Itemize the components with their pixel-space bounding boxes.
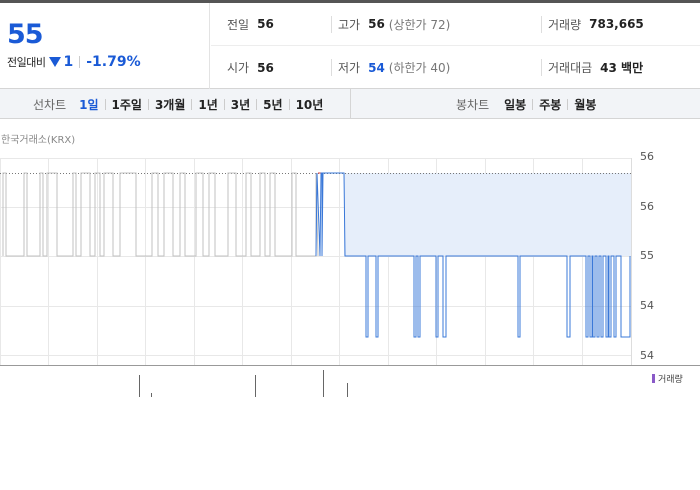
tab-divider <box>104 98 106 110</box>
tab-weekly[interactable]: 주봉 <box>539 96 561 113</box>
change-row: 전일대비 1 -1.79% <box>7 54 141 70</box>
quote-summary: 55 전일대비 1 -1.79% 전일 56 고가 56 (상한가 72) 거래… <box>0 3 700 89</box>
volume-legend: 거래량 <box>652 372 683 385</box>
tab-divider <box>191 98 193 110</box>
tab-5y[interactable]: 5년 <box>263 96 282 113</box>
tab-1w[interactable]: 1주일 <box>112 96 142 113</box>
info-value: 56 <box>368 17 385 31</box>
info-value: 56 <box>257 17 274 31</box>
volume-swatch <box>652 374 655 383</box>
info-value: 43 백만 <box>600 61 644 75</box>
info-value: 54 <box>368 60 385 75</box>
tab-divider <box>147 98 149 110</box>
upper-limit: (상한가 72) <box>388 17 451 32</box>
tab-1d[interactable]: 1일 <box>79 96 98 113</box>
candle-chart-title: 봉차트 <box>456 97 490 112</box>
y-tick-label: 55 <box>640 249 654 262</box>
tab-divider <box>567 98 569 110</box>
change-value: 1 <box>63 54 74 70</box>
info-volume: 거래량 783,665 <box>541 15 644 33</box>
info-row-2: 시가 56 저가 54 (하한가 40) 거래대금 43 백만 <box>211 46 700 89</box>
info-low: 저가 54 (하한가 40) <box>331 59 450 76</box>
exchange-label: 한국거래소(KRX) <box>1 135 76 146</box>
line-chart-tabs: 선차트 1일 1주일 3개월 1년 3년 5년 10년 <box>0 89 351 119</box>
tab-divider <box>532 98 534 110</box>
info-trade-amount: 거래대금 43 백만 <box>541 59 643 76</box>
change-rate: -1.79% <box>86 54 141 70</box>
tab-1y[interactable]: 1년 <box>198 96 217 113</box>
y-axis-labels: 56 56 55 54 54 <box>640 150 654 362</box>
tab-divider <box>256 98 258 110</box>
volume-legend-label: 거래량 <box>658 375 683 385</box>
y-tick-label: 56 <box>640 200 654 213</box>
info-value: 783,665 <box>589 17 644 31</box>
tab-3m[interactable]: 3개월 <box>155 96 185 113</box>
change-label: 전일대비 <box>7 56 46 69</box>
info-label: 고가 <box>338 17 361 32</box>
divider <box>79 56 81 68</box>
info-high: 고가 56 (상한가 72) <box>331 15 451 33</box>
info-label: 저가 <box>338 61 361 75</box>
y-tick-label: 56 <box>640 150 654 163</box>
info-label: 전일 <box>227 17 250 32</box>
info-open: 시가 56 <box>227 59 274 76</box>
candle-chart-tabs: 봉차트 일봉 주봉 월봉 <box>351 89 700 119</box>
info-label: 거래량 <box>548 17 582 32</box>
volume-bars <box>139 370 348 397</box>
tab-divider <box>288 98 290 110</box>
y-tick-label: 54 <box>640 349 654 362</box>
current-price: 55 <box>7 19 44 50</box>
y-tick-label: 54 <box>640 299 654 312</box>
lower-limit: (하한가 40) <box>388 61 451 75</box>
chart-tab-bar: 선차트 1일 1주일 3개월 1년 3년 5년 10년 봉차트 일봉 주봉 월봉 <box>0 89 700 119</box>
info-row-1: 전일 56 고가 56 (상한가 72) 거래량 783,665 <box>211 3 700 46</box>
chart-area-fill <box>344 173 631 256</box>
price-box: 55 전일대비 1 -1.79% <box>0 3 210 89</box>
price-line-before <box>2 172 319 257</box>
info-value: 56 <box>257 60 274 75</box>
tab-daily[interactable]: 일봉 <box>504 96 526 113</box>
tab-10y[interactable]: 10년 <box>296 96 324 113</box>
tab-monthly[interactable]: 월봉 <box>574 96 596 113</box>
info-label: 거래대금 <box>548 61 593 75</box>
down-arrow-icon <box>49 57 62 67</box>
info-prev-close: 전일 56 <box>227 16 274 33</box>
price-chart: 56 56 55 54 54 <box>0 150 700 397</box>
tab-3y[interactable]: 3년 <box>231 96 250 113</box>
line-chart-title: 선차트 <box>33 97 67 112</box>
info-label: 시가 <box>227 61 250 75</box>
tab-divider <box>223 98 225 110</box>
